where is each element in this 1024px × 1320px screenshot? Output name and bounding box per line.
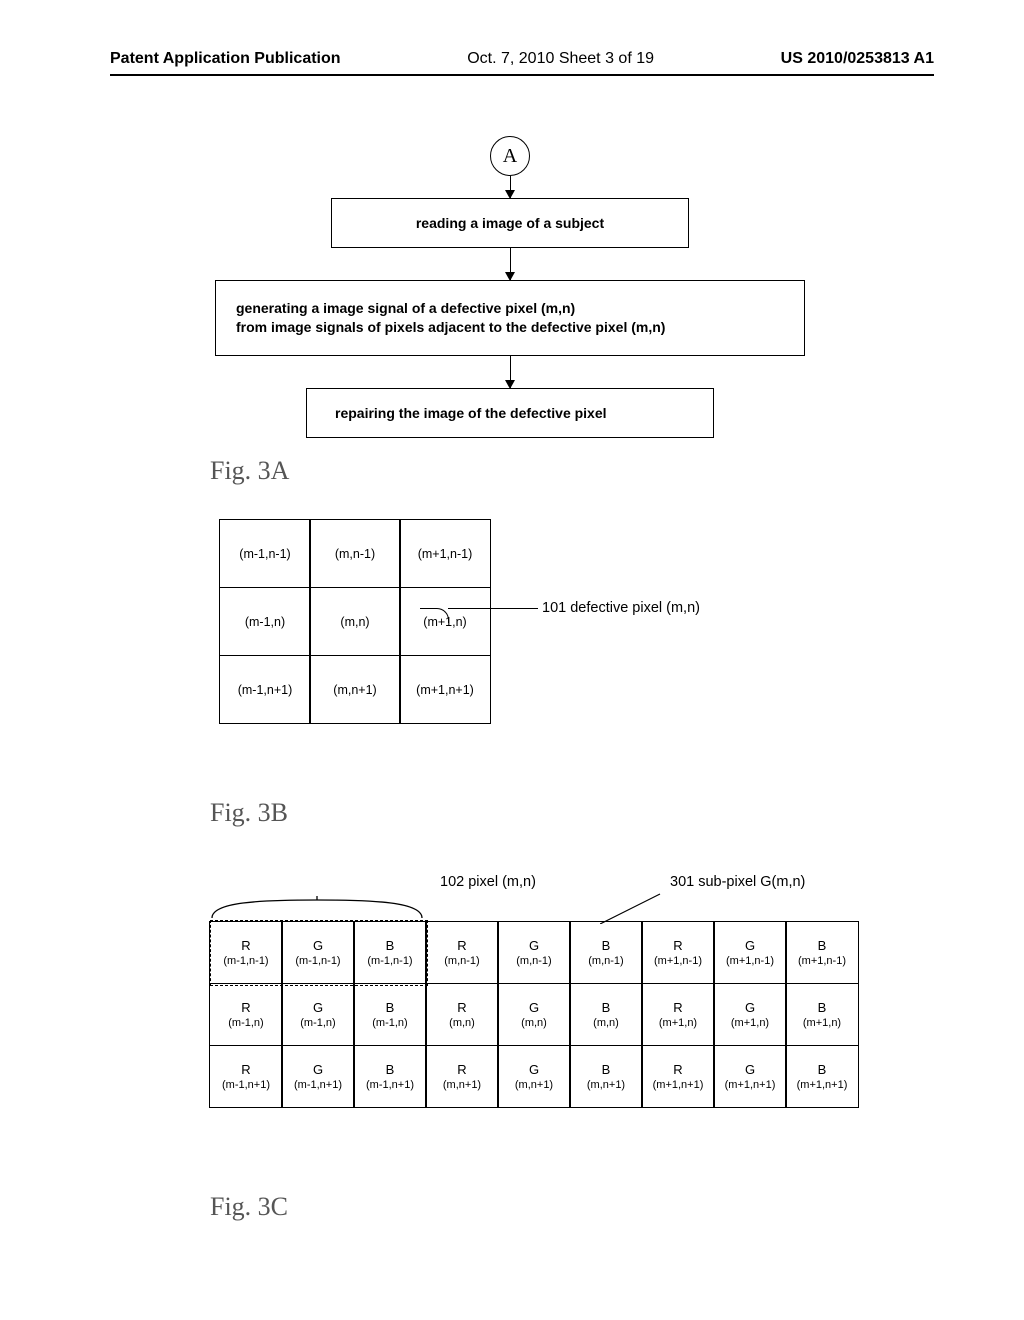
flow-arrow [510, 248, 511, 280]
subpixel-cell: R(m-1,n) [209, 983, 282, 1046]
callout-line [448, 608, 538, 609]
subpixel-cell: R(m+1,n-1) [641, 921, 714, 984]
subpixel-cell: B(m,n-1) [569, 921, 642, 984]
subpixel-cell: B(m+1,n-1) [785, 921, 858, 984]
subpixel-cell: B(m+1,n+1) [785, 1045, 858, 1108]
figure-caption-3a: Fig. 3A [210, 456, 934, 486]
flow-step-2: generating a image signal of a defective… [215, 280, 805, 356]
subpixel-cell: G(m+1,n-1) [713, 921, 786, 984]
pixel-cell: (m+1,n-1) [399, 519, 490, 588]
page-header: Patent Application Publication Oct. 7, 2… [110, 50, 934, 76]
subpixel-cell: R(m,n) [425, 983, 498, 1046]
subpixel-cell: G(m-1,n) [281, 983, 354, 1046]
header-left: Patent Application Publication [110, 50, 341, 68]
subpixel-cell: B(m-1,n-1) [353, 921, 426, 984]
subpixel-cell: B(m,n+1) [569, 1045, 642, 1108]
callout-101-label: 101 defective pixel (m,n) [542, 600, 700, 616]
header-mid: Oct. 7, 2010 Sheet 3 of 19 [467, 50, 654, 68]
flow-step-3: repairing the image of the defective pix… [306, 388, 714, 438]
subpixel-cell: G(m-1,n+1) [281, 1045, 354, 1108]
subpixel-cell: G(m+1,n) [713, 983, 786, 1046]
subpixel-cell: G(m+1,n+1) [713, 1045, 786, 1108]
brace-102-label: 102 pixel (m,n) [440, 874, 536, 890]
brace-curve [210, 896, 424, 918]
subpixel-cell: R(m+1,n+1) [641, 1045, 714, 1108]
figure-caption-3b: Fig. 3B [210, 798, 934, 828]
subpixel-cell: R(m,n-1) [425, 921, 498, 984]
subpixel-grid-9x3: R(m-1,n-1)G(m-1,n-1)B(m-1,n-1)R(m,n-1)G(… [210, 922, 858, 1108]
pixel-cell: (m,n+1) [309, 655, 400, 724]
fig3b-area: (m-1,n-1)(m,n-1)(m+1,n-1) (m-1,n)(m,n)(m+… [220, 520, 934, 780]
fig3c-area: 102 pixel (m,n) 301 sub-pixel G(m,n) R(m… [210, 862, 934, 1192]
pixel-grid-3x3: (m-1,n-1)(m,n-1)(m+1,n-1) (m-1,n)(m,n)(m+… [220, 520, 934, 724]
subpixel-pointer [600, 892, 668, 924]
pixel-cell: (m+1,n+1) [399, 655, 490, 724]
header-right: US 2010/0253813 A1 [781, 50, 934, 68]
pixel-cell: (m-1,n-1) [219, 519, 310, 588]
subpixel-cell: G(m,n) [497, 983, 570, 1046]
subpixel-cell: B(m+1,n) [785, 983, 858, 1046]
subpixel-cell: B(m,n) [569, 983, 642, 1046]
flow-start-node: A [490, 136, 530, 176]
callout-curve [420, 608, 449, 623]
subpixel-cell: R(m-1,n+1) [209, 1045, 282, 1108]
flow-step-1: reading a image of a subject [331, 198, 689, 248]
flow-arrow [510, 356, 511, 388]
pixel-cell: (m,n-1) [309, 519, 400, 588]
pixel-cell: (m-1,n+1) [219, 655, 310, 724]
pixel-cell: (m-1,n) [219, 587, 310, 656]
subpixel-cell: B(m-1,n+1) [353, 1045, 426, 1108]
subpixel-cell: G(m-1,n-1) [281, 921, 354, 984]
subpixel-cell: R(m,n+1) [425, 1045, 498, 1108]
subpixel-cell: G(m,n-1) [497, 921, 570, 984]
subpixel-cell: R(m+1,n) [641, 983, 714, 1046]
subpixel-301-label: 301 sub-pixel G(m,n) [670, 874, 805, 890]
subpixel-cell: B(m-1,n) [353, 983, 426, 1046]
subpixel-cell: R(m-1,n-1) [209, 921, 282, 984]
pixel-cell: (m,n) [309, 587, 400, 656]
figure-caption-3c: Fig. 3C [210, 1192, 934, 1222]
fig3a-flowchart: A reading a image of a subject generatin… [215, 136, 805, 438]
flow-arrow [510, 176, 511, 198]
subpixel-cell: G(m,n+1) [497, 1045, 570, 1108]
